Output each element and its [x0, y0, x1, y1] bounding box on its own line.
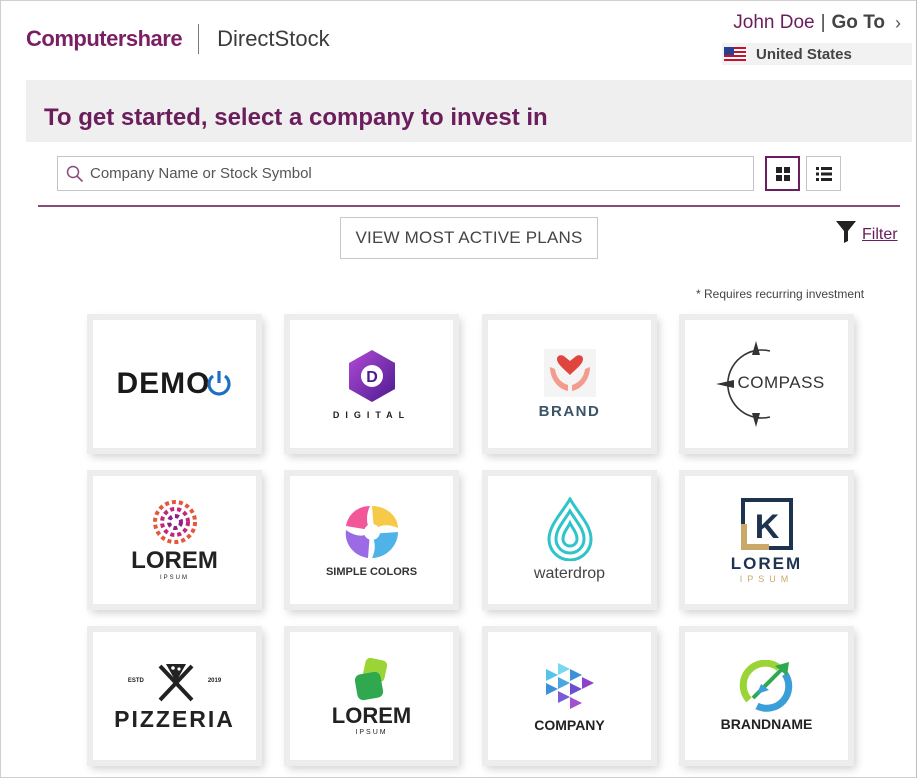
pizza-utensils-icon: [158, 663, 194, 701]
company-name: waterdrop: [533, 565, 606, 582]
svg-text:D: D: [366, 369, 378, 386]
user-name[interactable]: John Doe: [733, 12, 814, 34]
year-label: 2019: [207, 677, 222, 684]
company-tile-lorem-1[interactable]: LOREM IPSUM: [92, 475, 257, 605]
us-flag-icon: [724, 47, 746, 61]
circle-arrow-icon: [739, 660, 792, 712]
company-subname: IPSUM: [355, 728, 388, 736]
company-name: COMPANY: [534, 717, 605, 733]
company-tile-lorem-k[interactable]: K LOREM IPSUM: [684, 475, 849, 605]
company-tile-brandname[interactable]: BRANDNAME: [684, 631, 849, 761]
country-name: United States: [756, 45, 852, 63]
company-tile-compass[interactable]: COMPASS: [684, 319, 849, 449]
list-icon: [815, 166, 832, 181]
company-subname: IPSUM: [739, 574, 794, 584]
company-tile-waterdrop[interactable]: waterdrop: [487, 475, 652, 605]
grid-view-button[interactable]: [765, 156, 800, 191]
power-icon: [206, 371, 231, 396]
page-title: To get started, select a company to inve…: [44, 104, 548, 131]
company-tile-brand[interactable]: BRAND: [487, 319, 652, 449]
page-banner: To get started, select a company to inve…: [26, 80, 912, 142]
search-box[interactable]: [57, 156, 754, 191]
heart-hands-icon: [543, 348, 596, 397]
company-name: BRANDNAME: [720, 716, 813, 732]
k-letter-icon: K: [740, 498, 793, 550]
water-drop-icon: [546, 497, 593, 561]
color-ring-icon: [345, 506, 398, 558]
hexagon-d-icon: D: [348, 350, 395, 402]
estd-label: ESTD: [127, 677, 144, 684]
company-tile-demo[interactable]: DEMO: [92, 319, 257, 449]
view-most-active-plans-button[interactable]: VIEW MOST ACTIVE PLANS: [340, 217, 598, 259]
company-tile-pizzeria[interactable]: ESTD 2019 PIZZERIA: [92, 631, 257, 761]
user-menu: John Doe | Go To ›: [733, 12, 901, 34]
filter-label: Filter: [862, 226, 898, 243]
funnel-icon: [836, 221, 856, 243]
search-input[interactable]: [90, 165, 690, 182]
company-name: LOREM: [331, 702, 412, 728]
list-view-button[interactable]: [806, 156, 841, 191]
computershare-logo: Computershare: [26, 26, 183, 51]
search-icon: [66, 165, 84, 182]
company-tile-company[interactable]: COMPANY: [487, 631, 652, 761]
company-name: DEMO: [116, 367, 211, 400]
triangles-arrow-icon: [545, 663, 594, 709]
company-name: LOREM: [730, 554, 803, 573]
user-separator: |: [820, 12, 826, 33]
section-divider: [38, 205, 900, 207]
company-subname: IPSUM: [159, 575, 189, 581]
chevron-right-icon[interactable]: ›: [895, 13, 901, 34]
goto-menu[interactable]: Go To: [832, 12, 885, 34]
filter-button[interactable]: Filter: [836, 220, 898, 244]
company-name: SIMPLE COLORS: [325, 566, 418, 578]
company-tile-digital[interactable]: D DIGITAL: [289, 319, 454, 449]
company-tile-lorem-green[interactable]: LOREM IPSUM: [289, 631, 454, 761]
green-cubes-icon: [354, 657, 387, 700]
company-tile-simple-colors[interactable]: SIMPLE COLORS: [289, 475, 454, 605]
brand-logo[interactable]: Computershare DirectStock: [26, 24, 330, 54]
svg-text:K: K: [754, 508, 779, 546]
company-name: PIZZERIA: [114, 705, 235, 732]
country-selector[interactable]: United States: [722, 43, 912, 65]
company-name: BRAND: [538, 402, 601, 420]
company-name: DIGITAL: [332, 410, 411, 420]
dotted-circle-icon: [152, 500, 197, 544]
product-name: DirectStock: [217, 26, 330, 51]
recurring-note: * Requires recurring investment: [696, 287, 865, 301]
logo-divider: [198, 24, 200, 54]
company-name: COMPASS: [737, 373, 825, 392]
company-name: LOREM: [131, 547, 218, 574]
grid-icon: [775, 166, 790, 181]
